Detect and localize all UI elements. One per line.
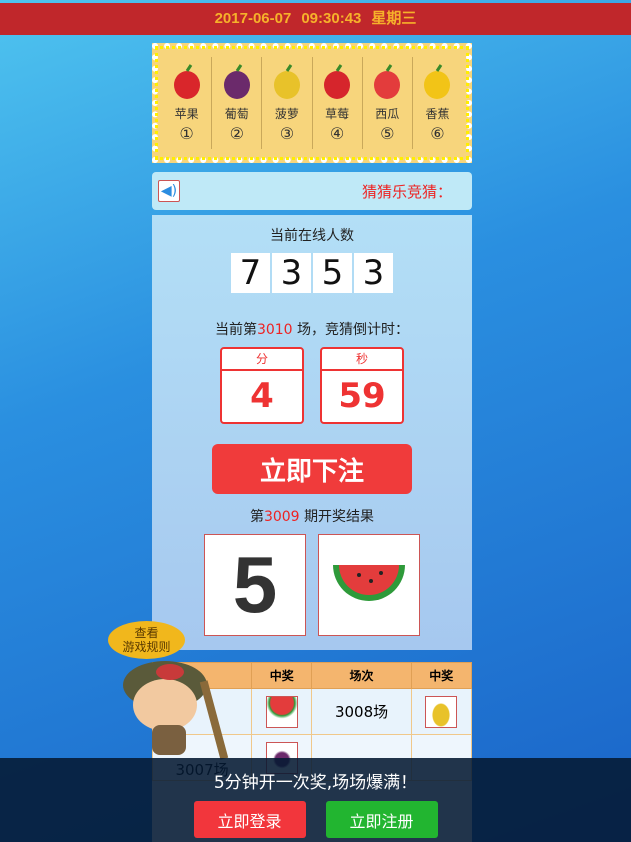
result-fruit-box	[318, 534, 420, 636]
round-prefix: 当前第	[214, 322, 257, 338]
grape-icon	[223, 64, 250, 99]
cell	[251, 688, 313, 735]
slogan: 5分钟开一次奖,场场爆满！	[213, 773, 418, 793]
seconds-box: 秒 59	[320, 347, 404, 424]
register-button[interactable]: 立即注册	[325, 801, 438, 838]
watermelon-icon	[265, 695, 298, 728]
watermelon-icon	[333, 565, 405, 601]
seconds-label: 秒	[322, 349, 402, 371]
fruit-number: ④	[329, 124, 345, 143]
minutes-value: 4	[250, 376, 274, 416]
online-label: 当前在线人数	[270, 228, 354, 244]
result-suffix: 期开奖结果	[299, 509, 375, 525]
digit: 7	[231, 253, 270, 293]
digit: 5	[313, 253, 352, 293]
minutes-box: 分4	[220, 347, 304, 424]
round-info: 当前第3010 场，竞猜倒计时：	[152, 319, 472, 339]
fruit-name: 菠萝	[274, 107, 299, 121]
seconds-value: 59	[338, 376, 386, 416]
minutes-label: 分	[222, 349, 302, 371]
notice-text: 猜猜乐竞猜：	[361, 182, 452, 201]
col-header: 中奖	[251, 662, 313, 689]
round-suffix: 场，竞猜倒计时：	[292, 322, 410, 338]
date: 2017-06-07	[214, 10, 292, 27]
digit: 3	[354, 253, 393, 293]
fruit-banner: 苹果 ① 葡萄 ② 菠萝 ③ 草莓 ④ 西瓜 ⑤ 香蕉 ⑥	[152, 43, 472, 163]
fruit-name: 葡萄	[224, 107, 249, 121]
fruit-number: ③	[279, 124, 295, 143]
fruit-name: 草莓	[325, 107, 350, 121]
col-header: 场次	[311, 662, 412, 689]
result-number: 5	[232, 540, 278, 629]
result-prefix: 第	[249, 509, 264, 525]
time: 09:30:43	[301, 10, 362, 27]
pineapple-icon	[273, 64, 300, 99]
fruit-number: ⑥	[430, 124, 445, 143]
col-header: 中奖	[410, 662, 473, 689]
fruit-item: 菠萝 ③	[262, 57, 313, 149]
fruit-item: 香蕉 ⑥	[413, 57, 462, 149]
fruit-item: 葡萄 ②	[212, 57, 263, 149]
round-number: 3010	[256, 322, 293, 338]
fruit-name: 苹果	[174, 107, 199, 121]
result-period: 3009	[263, 509, 300, 525]
cell	[410, 688, 473, 735]
result-number-box: 5	[204, 534, 306, 636]
watermelon-icon	[374, 64, 401, 99]
fruit-item: 草莓 ④	[313, 57, 363, 149]
apple-icon	[173, 64, 200, 99]
banana-icon	[424, 64, 451, 99]
fruit-name: 西瓜	[375, 107, 400, 121]
digit: 3	[272, 253, 311, 293]
place-bet-button[interactable]: 立即下注	[212, 444, 412, 494]
speaker-icon[interactable]: ◀)	[158, 180, 180, 202]
fruit-name: 香蕉	[425, 107, 450, 121]
game-rules-button[interactable]: 查看 游戏规则	[108, 621, 185, 659]
fruit-item: 西瓜 ⑤	[363, 57, 413, 149]
fruit-item: 苹果 ①	[162, 57, 213, 149]
login-button[interactable]: 立即登录	[193, 801, 306, 838]
footer-overlay: 5分钟开一次奖,场场爆满！ 立即登录 立即注册	[0, 758, 631, 842]
mascot-character	[123, 661, 229, 760]
cell: 3008场	[311, 688, 412, 735]
notice-bar: ◀) 猜猜乐竞猜：	[152, 172, 472, 210]
fruit-number: ⑤	[380, 124, 395, 143]
weekday: 星期三	[371, 10, 417, 27]
datetime-bar: 2017-06-07 09:30:43 星期三	[0, 3, 631, 35]
result-title: 第3009 期开奖结果	[152, 506, 472, 526]
rules-line: 游戏规则	[122, 640, 171, 654]
online-count: 7 3 5 3	[152, 253, 472, 293]
rules-line: 查看	[134, 626, 159, 640]
pineapple-icon	[425, 695, 458, 728]
fruit-number: ②	[229, 124, 244, 143]
game-panel: 当前在线人数 7 3 5 3 当前第3010 场，竞猜倒计时： 分4 秒 59 立…	[152, 215, 472, 650]
strawberry-icon	[324, 64, 351, 99]
fruit-number: ①	[179, 124, 194, 143]
